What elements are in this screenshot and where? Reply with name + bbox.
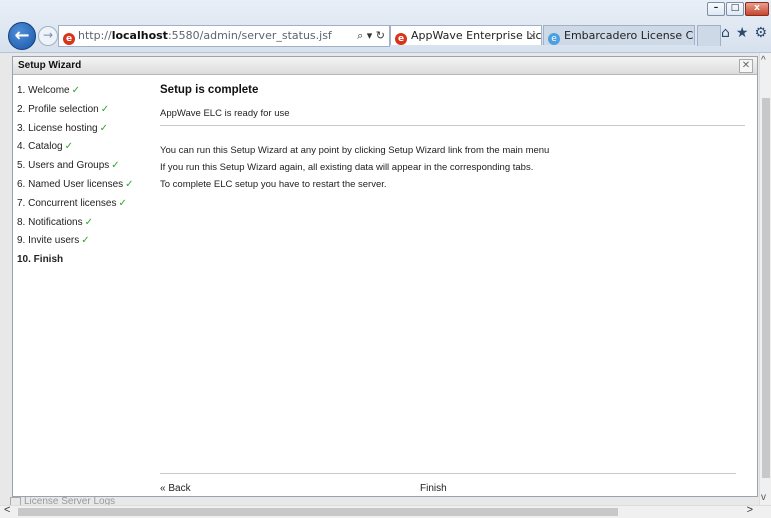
check-icon: ✓ <box>84 216 93 228</box>
browser-chrome: – □ x ← → e http://localhost:5580/admin/s… <box>0 0 771 53</box>
step-label: 5. Users and Groups <box>17 160 110 172</box>
step-label: 7. Concurrent licenses <box>17 197 117 209</box>
step-users-and-groups[interactable]: 5. Users and Groups ✓ <box>17 157 157 176</box>
maximize-button[interactable]: □ <box>726 2 744 16</box>
check-icon: ✓ <box>118 197 127 209</box>
vertical-scrollbar[interactable]: ^ v <box>759 53 771 505</box>
appwave-favicon-icon: e <box>395 33 407 45</box>
check-icon: ✓ <box>99 122 109 134</box>
address-tools[interactable]: ⌕ ▾ ↻ <box>357 26 385 45</box>
forward-arrow-icon: → <box>42 28 54 42</box>
horizontal-scrollbar[interactable]: < > <box>0 504 771 518</box>
scroll-thumb[interactable] <box>762 98 770 478</box>
check-icon: ✓ <box>81 235 90 247</box>
page-subtitle: AppWave ELC is ready for use <box>160 108 290 119</box>
step-notifications[interactable]: 8. Notifications ✓ <box>17 214 157 233</box>
setup-wizard-dialog: Setup Wizard ✕ 1. Welcome ✓ 2. Profile se… <box>12 56 758 497</box>
back-link[interactable]: « Back <box>160 483 191 494</box>
hscroll-thumb[interactable] <box>18 508 618 516</box>
check-icon: ✓ <box>111 160 120 172</box>
step-profile-selection[interactable]: 2. Profile selection ✓ <box>17 101 157 120</box>
step-label: 10. Finish <box>17 254 64 266</box>
back-button[interactable]: ← <box>8 22 36 50</box>
scroll-left-icon[interactable]: < <box>4 504 10 516</box>
close-window-button[interactable]: x <box>745 2 769 16</box>
scroll-down-icon[interactable]: v <box>761 492 766 503</box>
step-label: 6. Named User licenses <box>17 178 124 190</box>
address-bar[interactable]: e http://localhost:5580/admin/server_stat… <box>58 25 390 47</box>
step-label: 1. Welcome <box>17 85 70 96</box>
back-arrow-icon: ← <box>14 25 30 46</box>
step-concurrent-licenses[interactable]: 7. Concurrent licenses ✓ <box>17 195 157 214</box>
new-tab-button[interactable] <box>697 25 721 46</box>
forward-button[interactable]: → <box>38 26 58 46</box>
home-icon[interactable]: ⌂ <box>721 25 730 41</box>
step-label: 4. Catalog <box>17 141 63 153</box>
wizard-content: Setup is complete AppWave ELC is ready f… <box>160 74 745 193</box>
wizard-footer: « Back Finish <box>160 473 736 498</box>
check-icon: ✓ <box>100 103 110 115</box>
divider <box>160 125 745 126</box>
info-line: If you run this Setup Wizard again, all … <box>160 162 534 173</box>
page-title: Setup is complete <box>160 84 259 96</box>
check-icon: ✓ <box>71 85 81 96</box>
close-tab-icon[interactable]: × <box>528 26 537 45</box>
step-label: 8. Notifications <box>17 216 83 228</box>
step-label: 3. License hosting <box>17 122 98 134</box>
url-path: :5580/admin/server_status.jsf <box>167 29 332 42</box>
wizard-steps: 1. Welcome ✓ 2. Profile selection ✓ 3. Lic… <box>17 82 157 270</box>
check-icon: ✓ <box>64 141 73 153</box>
tab-label: Embarcadero License Cent... <box>564 29 694 42</box>
url-prefix: http:// <box>78 29 112 42</box>
info-text: You can run this Setup Wizard at any poi… <box>160 142 745 193</box>
step-label: 9. Invite users <box>17 235 80 247</box>
check-icon: ✓ <box>125 178 134 190</box>
tab-appwave[interactable]: e AppWave Enterprise Lice... × <box>390 25 542 45</box>
star-icon[interactable]: ★ <box>736 25 749 41</box>
browser-toolbar-icons: ⌂ ★ ⚙ <box>721 25 767 41</box>
gear-icon[interactable]: ⚙ <box>754 25 767 41</box>
info-line: To complete ELC setup you have to restar… <box>160 179 387 190</box>
finish-button[interactable]: Finish <box>420 483 447 494</box>
dialog-close-icon[interactable]: ✕ <box>739 59 753 73</box>
scroll-right-icon[interactable]: > <box>747 504 753 516</box>
info-line: You can run this Setup Wizard at any poi… <box>160 145 550 156</box>
step-named-user-licenses[interactable]: 6. Named User licenses ✓ <box>17 176 157 195</box>
tab-embarcadero[interactable]: e Embarcadero License Cent... <box>543 25 695 45</box>
dialog-title: Setup Wizard <box>13 57 757 75</box>
minimize-button[interactable]: – <box>707 2 725 16</box>
ie-favicon-icon: e <box>548 33 560 45</box>
window-controls: – □ x <box>706 2 769 16</box>
step-catalog[interactable]: 4. Catalog ✓ <box>17 138 157 157</box>
step-welcome[interactable]: 1. Welcome ✓ <box>17 82 157 101</box>
step-label: 2. Profile selection <box>17 103 99 115</box>
site-favicon-icon: e <box>63 33 75 45</box>
step-invite-users[interactable]: 9. Invite users ✓ <box>17 232 157 251</box>
scroll-up-icon[interactable]: ^ <box>761 55 766 66</box>
url-host: localhost <box>111 29 168 42</box>
step-finish[interactable]: 10. Finish <box>17 251 157 270</box>
step-license-hosting[interactable]: 3. License hosting ✓ <box>17 120 157 139</box>
tab-label: AppWave Enterprise Lice... <box>411 29 542 42</box>
